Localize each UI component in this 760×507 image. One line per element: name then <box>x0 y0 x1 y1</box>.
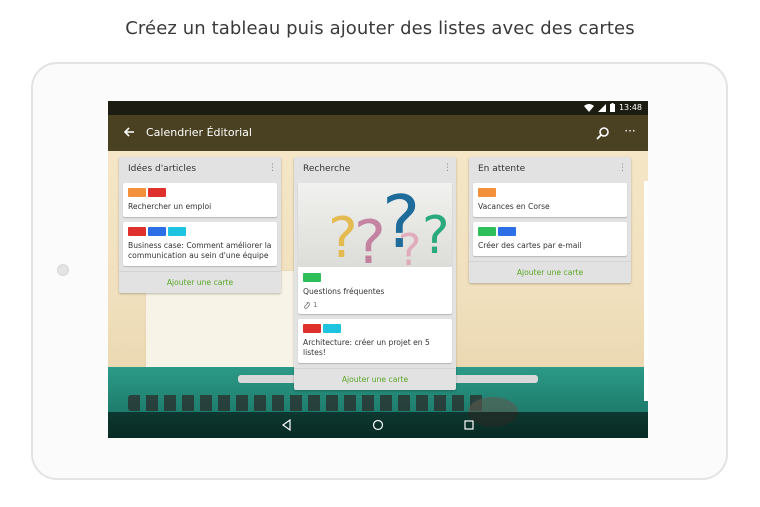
attachment-badge: 1 <box>303 301 447 309</box>
app-screen: 13:48 Calendrier Éditorial ··· Idées d'a… <box>108 101 648 438</box>
label-cyan <box>168 227 186 236</box>
label-cyan <box>323 324 341 333</box>
list-waiting: En attente ⋮ Vacances en Corse Créer des… <box>469 157 631 283</box>
card[interactable]: ? ? ? ? ? Questions fréquentes 1 <box>298 183 452 314</box>
label-green <box>303 273 321 282</box>
arrow-left-icon[interactable] <box>122 124 136 140</box>
card[interactable]: Business case: Comment améliorer la comm… <box>123 222 277 266</box>
tablet-home-button <box>57 264 69 276</box>
card[interactable]: Architecture: créer un projet en 5 liste… <box>298 319 452 363</box>
paperclip-icon <box>304 302 310 309</box>
wifi-icon <box>583 103 594 112</box>
question-marks-image: ? ? ? ? ? <box>328 183 450 267</box>
svg-text:?: ? <box>422 206 450 266</box>
system-nav-bar <box>108 412 648 438</box>
card[interactable]: Vacances en Corse <box>473 183 627 217</box>
card[interactable]: Rechercher un emploi <box>123 183 277 217</box>
add-card-button[interactable]: Ajouter une carte <box>469 261 631 283</box>
card-labels <box>478 188 622 197</box>
card-labels <box>303 273 447 282</box>
card-title: Questions fréquentes <box>303 287 385 296</box>
attachment-count: 1 <box>313 301 318 309</box>
search-icon[interactable] <box>594 124 612 142</box>
card-title: Créer des cartes par e-mail <box>478 241 582 250</box>
label-red <box>128 227 146 236</box>
card-labels <box>478 227 622 236</box>
list-title: Recherche <box>303 164 351 174</box>
more-vert-icon[interactable]: ··· <box>622 124 638 142</box>
list-title: Idées d'articles <box>128 164 197 174</box>
card-labels <box>128 188 272 197</box>
list-title: En attente <box>478 164 526 174</box>
card-title: Architecture: créer un projet en 5 liste… <box>303 338 430 357</box>
label-red <box>303 324 321 333</box>
battery-icon <box>609 103 615 112</box>
label-orange <box>128 188 146 197</box>
label-blue <box>498 227 516 236</box>
nav-home-icon[interactable] <box>371 418 385 432</box>
list-menu-icon[interactable]: ⋮ <box>268 164 277 173</box>
card-labels <box>303 324 447 333</box>
signal-icon <box>597 103 606 112</box>
list-research: Recherche ⋮ ? ? ? ? ? Questions fréquent… <box>294 157 456 390</box>
headline: Créez un tableau puis ajouter des listes… <box>125 18 635 39</box>
label-blue <box>148 227 166 236</box>
add-card-button[interactable]: Ajouter une carte <box>294 368 456 390</box>
app-bar: Calendrier Éditorial ··· <box>108 115 648 151</box>
card-labels <box>128 227 272 236</box>
nav-back-icon[interactable] <box>280 418 294 432</box>
svg-text:?: ? <box>398 225 421 267</box>
board-title: Calendrier Éditorial <box>146 126 252 139</box>
list-menu-icon[interactable]: ⋮ <box>618 164 627 173</box>
card-title: Business case: Comment améliorer la comm… <box>128 241 272 260</box>
next-list-peek <box>644 181 648 401</box>
label-red <box>148 188 166 197</box>
list-menu-icon[interactable]: ⋮ <box>443 164 452 173</box>
card-title: Rechercher un emploi <box>128 202 212 211</box>
label-orange <box>478 188 496 197</box>
card-title: Vacances en Corse <box>478 202 550 211</box>
add-card-button[interactable]: Ajouter une carte <box>119 271 281 293</box>
label-green <box>478 227 496 236</box>
status-bar: 13:48 <box>108 101 648 115</box>
nav-recents-icon[interactable] <box>462 418 476 432</box>
card-cover-image: ? ? ? ? ? <box>298 183 452 267</box>
list-ideas: Idées d'articles ⋮ Rechercher un emploi … <box>119 157 281 293</box>
card[interactable]: Créer des cartes par e-mail <box>473 222 627 256</box>
status-time: 13:48 <box>618 103 642 112</box>
